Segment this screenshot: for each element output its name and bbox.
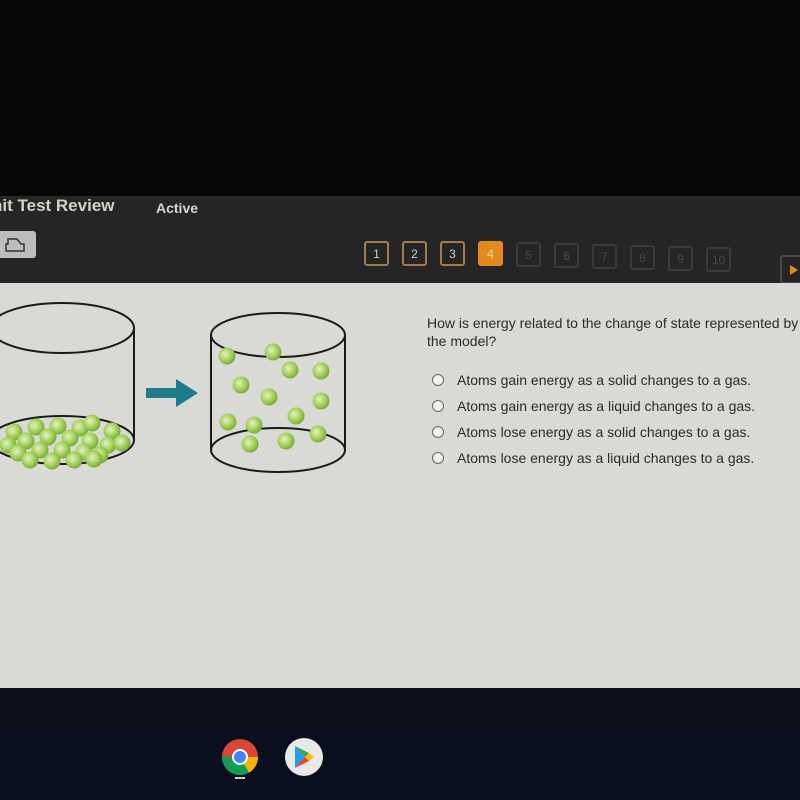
page-button-8: 8 bbox=[630, 245, 655, 270]
particles-solid bbox=[0, 414, 131, 470]
print-button[interactable] bbox=[0, 231, 36, 258]
particle bbox=[260, 388, 278, 406]
option-label: Atoms lose energy as a liquid changes to… bbox=[457, 450, 755, 466]
screen-bezel bbox=[0, 0, 800, 200]
particle bbox=[218, 347, 236, 365]
particle bbox=[113, 434, 131, 452]
answer-option[interactable]: Atoms lose energy as a liquid changes to… bbox=[432, 445, 755, 471]
page-button-2[interactable]: 2 bbox=[402, 241, 427, 266]
state-change-figure bbox=[0, 302, 346, 473]
question-pager: 1 2 3 4 5 6 7 8 9 10 bbox=[364, 241, 731, 272]
option-label: Atoms gain energy as a liquid changes to… bbox=[457, 398, 756, 414]
particle bbox=[281, 361, 299, 379]
arrow-icon bbox=[146, 379, 198, 407]
particle bbox=[43, 452, 61, 470]
particle bbox=[232, 376, 250, 394]
radio-button[interactable] bbox=[432, 374, 444, 386]
answer-option[interactable]: Atoms gain energy as a liquid changes to… bbox=[432, 393, 755, 419]
radio-button[interactable] bbox=[432, 452, 444, 464]
page-button-7: 7 bbox=[592, 244, 617, 269]
particle bbox=[83, 414, 101, 432]
particle bbox=[309, 425, 327, 443]
running-indicator bbox=[235, 777, 245, 779]
particles-gas bbox=[218, 343, 330, 453]
os-shelf bbox=[0, 728, 800, 800]
next-page-button[interactable] bbox=[780, 255, 800, 284]
page-button-6: 6 bbox=[554, 243, 579, 268]
printer-icon bbox=[5, 237, 25, 252]
radio-button[interactable] bbox=[432, 426, 444, 438]
particle bbox=[312, 362, 330, 380]
answer-option[interactable]: Atoms lose energy as a solid changes to … bbox=[432, 419, 755, 445]
particle bbox=[65, 451, 83, 469]
answer-options: Atoms gain energy as a solid changes to … bbox=[432, 367, 755, 471]
particle bbox=[312, 392, 330, 410]
particle bbox=[219, 413, 237, 431]
status-label: Active bbox=[156, 200, 199, 216]
page-button-10: 10 bbox=[706, 247, 731, 272]
answer-option[interactable]: Atoms gain energy as a solid changes to … bbox=[432, 367, 755, 393]
question-text: How is energy related to the change of s… bbox=[427, 315, 799, 349]
particle bbox=[277, 432, 295, 450]
radio-button[interactable] bbox=[432, 400, 444, 412]
page-button-9: 9 bbox=[668, 246, 693, 271]
play-triangle-icon bbox=[790, 264, 798, 275]
chrome-app-icon[interactable] bbox=[221, 738, 259, 776]
page-button-3[interactable]: 3 bbox=[440, 241, 465, 266]
option-label: Atoms gain energy as a solid changes to … bbox=[457, 372, 752, 388]
particle bbox=[264, 343, 282, 361]
particle bbox=[245, 416, 263, 434]
particle bbox=[85, 450, 103, 468]
particle bbox=[287, 407, 305, 425]
page-button-4[interactable]: 4 bbox=[478, 241, 503, 266]
page-button-1[interactable]: 1 bbox=[364, 241, 389, 266]
assignment-title: nit Test Review bbox=[0, 196, 115, 215]
container-right bbox=[210, 312, 346, 473]
page-button-5: 5 bbox=[516, 242, 541, 267]
play-store-app-icon[interactable] bbox=[285, 738, 323, 776]
particle bbox=[21, 451, 39, 469]
option-label: Atoms lose energy as a solid changes to … bbox=[457, 424, 751, 440]
particle bbox=[241, 435, 259, 453]
